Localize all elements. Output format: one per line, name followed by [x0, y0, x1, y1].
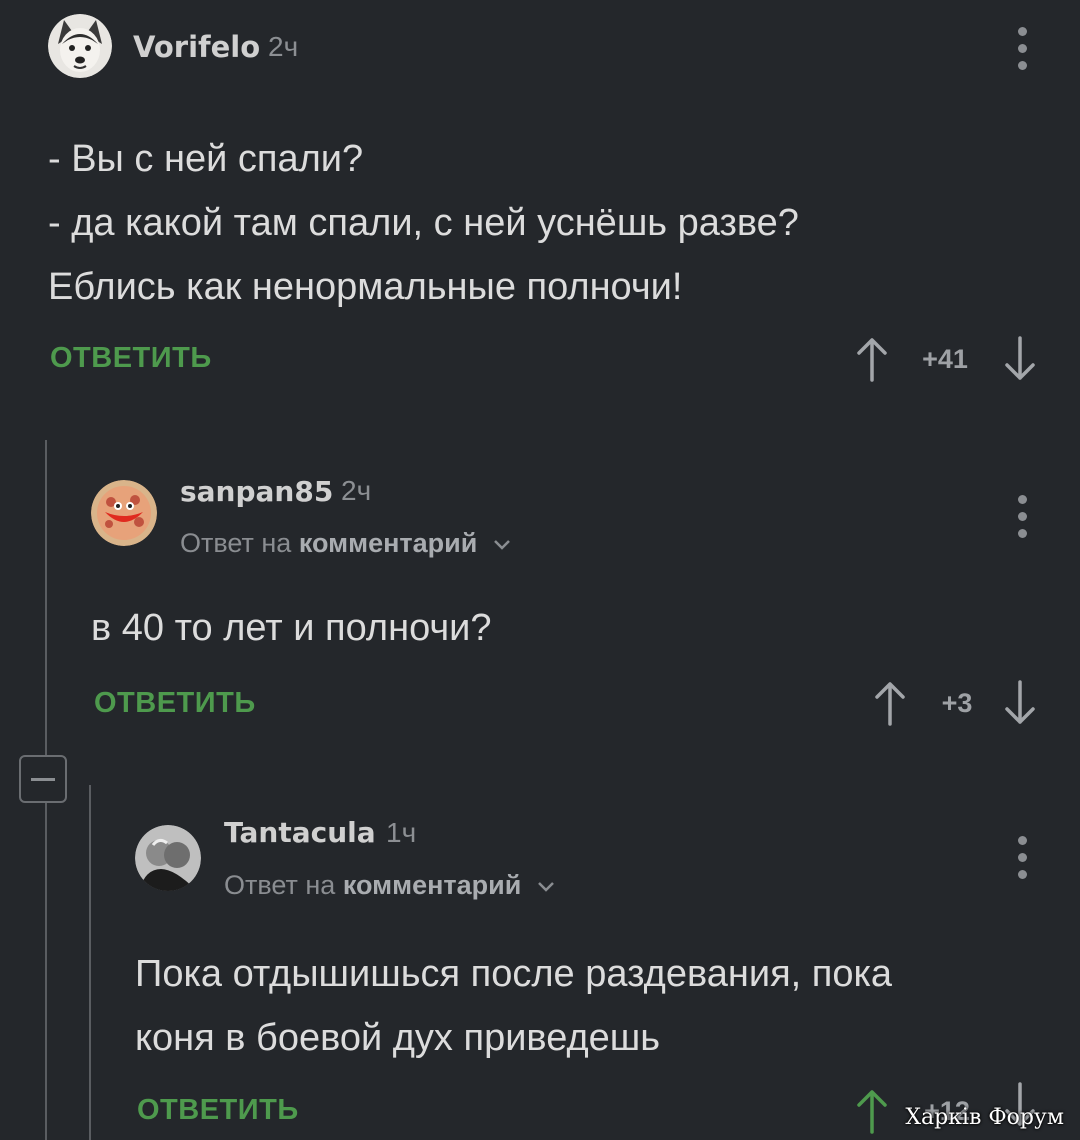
more-options-icon[interactable] [1015, 836, 1029, 879]
comment-body: - Вы с ней спали? - да какой там спали, … [48, 127, 799, 319]
reply-button[interactable]: ОТВЕТИТЬ [137, 1094, 299, 1127]
avatar[interactable] [135, 825, 201, 891]
reply-to-link[interactable]: Ответ на комментарий [224, 870, 555, 901]
thread-line-level2[interactable] [89, 785, 91, 1140]
comment-line: коня в боевой дух приведешь [135, 1017, 661, 1059]
downvote-arrow-icon[interactable] [1003, 336, 1037, 382]
comment-line: - да какой там спали, с ней уснёшь разве… [48, 202, 799, 244]
reply-button[interactable]: ОТВЕТИТЬ [94, 687, 256, 720]
collapse-thread-button[interactable] [19, 755, 67, 803]
avatar[interactable] [91, 480, 157, 546]
reply-to-prefix: Ответ на [180, 528, 292, 558]
comment-body: Пока отдышишься после раздевания, пока к… [135, 942, 892, 1070]
username[interactable]: Vorifelo [133, 30, 260, 64]
comment-line: - Вы с ней спали? [48, 138, 364, 180]
pizza-avatar-icon [91, 480, 157, 546]
watermark: Харків Форум [905, 1105, 1064, 1130]
comments-page: Vorifelo 2ч - Вы с ней спали? - да какой… [0, 0, 1080, 1140]
downvote-arrow-icon[interactable] [1003, 680, 1037, 726]
upvote-arrow-icon[interactable] [873, 680, 907, 726]
timestamp: 1ч [386, 817, 417, 848]
comment-line: Пока отдышишься после раздевания, пока [135, 953, 893, 995]
comment-line: в 40 то лет и полночи? [91, 607, 492, 649]
timestamp: 2ч [268, 31, 299, 62]
timestamp: 2ч [341, 475, 372, 506]
vote-score: +41 [922, 344, 968, 374]
reply-to-link[interactable]: Ответ на комментарий [180, 528, 511, 559]
more-options-icon[interactable] [1015, 27, 1029, 70]
reply-to-prefix: Ответ на [224, 870, 336, 900]
username[interactable]: Tantacula [224, 816, 376, 849]
comment-line: Еблись как ненормальные полночи! [48, 266, 683, 308]
username[interactable]: sanpan85 [180, 475, 333, 508]
reply-to-target: комментарий [342, 870, 522, 900]
more-options-icon[interactable] [1015, 495, 1029, 538]
reply-button[interactable]: ОТВЕТИТЬ [50, 342, 212, 375]
photo-avatar-icon [135, 825, 201, 891]
chevron-down-icon [537, 881, 554, 892]
husky-avatar-icon [48, 14, 112, 78]
vote-score: +3 [941, 688, 973, 718]
reply-to-target: комментарий [298, 528, 478, 558]
chevron-down-icon [493, 539, 510, 550]
upvote-arrow-icon[interactable] [855, 336, 889, 382]
avatar[interactable] [48, 14, 112, 78]
upvote-arrow-icon[interactable] [855, 1088, 889, 1134]
comment-body: в 40 то лет и полночи? [91, 596, 492, 660]
